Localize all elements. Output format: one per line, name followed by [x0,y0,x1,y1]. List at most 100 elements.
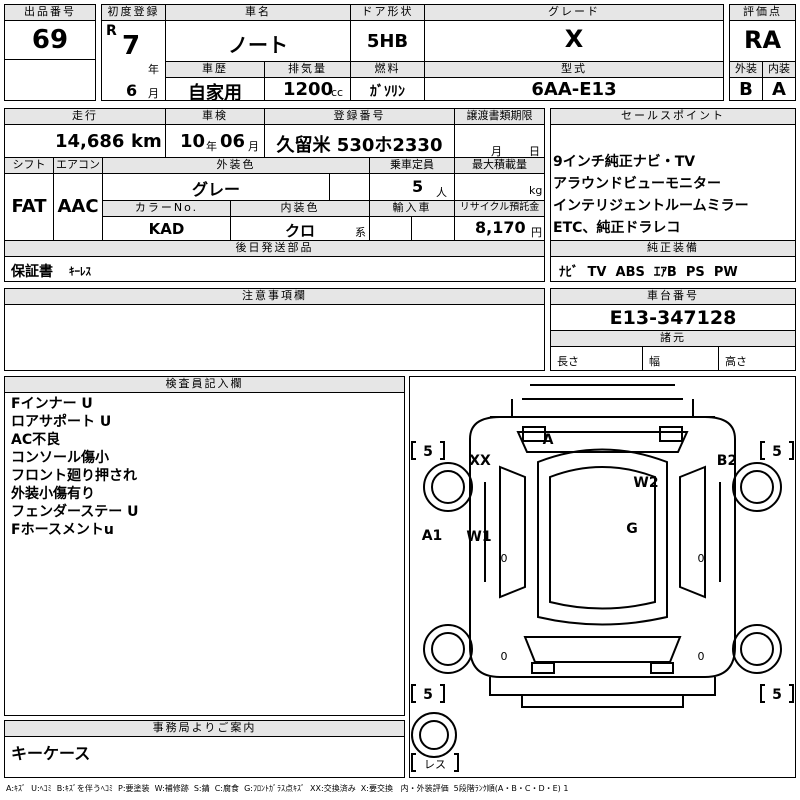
insp-month: 06 [220,131,246,152]
score-cell: RA [729,20,796,62]
damage-mark: W1 [466,529,491,545]
length-label: 長さ [557,355,579,368]
color-no-cell: KAD [102,216,231,241]
lot-blank [4,59,96,101]
damage-mark: W2 [633,475,658,491]
color-cell: グレー [102,173,330,201]
mileage-cell: 14,686 km [4,124,166,158]
chassis-number: E13-347128 [609,307,737,329]
damage-mark: XX [469,453,491,469]
inspector-note: Fインナー U [11,396,93,412]
history-label: 車歴 [165,61,265,78]
interior-grade: A [772,79,786,100]
era: R [106,23,117,39]
interior-label: 内装 [762,61,796,78]
door-label: ドア形状 [350,4,425,21]
fuel-label: 燃料 [350,61,425,78]
tire-mark-rl: 5 [423,687,433,703]
car-diagram-svg: A XX B2 W2 G A1 W1 5 5 5 5 レス 0 0 0 0 [411,384,794,772]
ac-cell: AAC [53,173,103,241]
chassis-label: 車台番号 [550,288,796,305]
damage-mark: A [543,432,554,448]
insp-month-unit: 月 [248,140,259,153]
length-cell: 長さ [550,346,643,371]
panel-mark: 0 [698,552,705,565]
reg-year: 7 [122,31,141,61]
grade: X [564,25,584,53]
load-label: 最大積載量 [454,157,545,174]
damage-mark: A1 [422,528,443,544]
panel-mark: 0 [698,650,705,663]
first-reg-cell: R 7 年 6 月 [101,20,166,101]
sales-point: ETC、純正ドラレコ [553,220,681,236]
reg-cell: 久留米 530ホ2330 [264,124,455,158]
panel-mark: 0 [501,650,508,663]
history: 自家用 [188,83,242,104]
color-no-label: カラーNo. [102,200,231,217]
equipment: ﾅﾋﾞ TV ABS ｴｱB PS PW [559,265,738,280]
recycle-cell: 8,170 円 [454,216,545,241]
fuel-cell: ｶﾞｿﾘﾝ [350,77,425,101]
damage-mark: G [626,521,638,537]
interior-cell: A [762,77,796,101]
inspection-cell: 10 年 06 月 [165,124,265,158]
tire-mark-fr: 5 [772,444,782,460]
lot-number-cell: 69 [4,20,96,60]
insp-year: 10 [180,131,206,152]
color-label: 外装色 [102,157,370,174]
capacity-unit: 人 [436,186,447,199]
model-cell: 6AA-E13 [424,77,724,101]
inspector-note: 外装小傷有り [11,486,95,502]
score: RA [743,26,782,54]
sales-points: 9インチ純正ナビ・TV アラウンドビューモニター インテリジェントルームミラー … [550,124,796,241]
grade-cell: X [424,20,724,62]
caution-cell [4,304,545,371]
color-extra [329,173,370,201]
exterior-cell: B [729,77,763,101]
inspector-note: ロアサポート U [11,414,112,430]
door-type: 5HB [366,31,409,52]
capacity-label: 乗車定員 [369,157,455,174]
height-label: 高さ [725,355,747,368]
displacement-label: 排気量 [264,61,351,78]
lot-label: 出品番号 [4,4,96,21]
car-name: ノート [228,33,288,57]
recycle-label: リサイクル預託金 [454,200,545,217]
later-parts-label: 後日発送部品 [4,240,545,257]
sales-point: 9インチ純正ナビ・TV [553,154,696,170]
history-cell: 自家用 [165,77,265,104]
reg-number: 久留米 530ホ2330 [276,135,443,156]
model-label: 型式 [424,61,724,78]
later-parts-main: 保証書 [11,264,53,280]
import-cell-b [411,216,455,241]
load-cell: kg [454,173,545,201]
recycle-unit: 円 [531,226,542,239]
car-name-cell: ノート [165,20,351,62]
displacement-cell: 1200 cc [264,77,351,101]
dims-label: 諸元 [550,330,796,347]
import-label: 輸入車 [369,200,455,217]
model-code: 6AA-E13 [531,79,617,100]
reg-month: 6 [126,81,138,100]
month-unit: 月 [148,87,159,100]
inspector-note: Fホースメントu [11,522,114,538]
cc-unit: cc [331,86,344,99]
inspector-note: AC不良 [11,432,61,448]
exterior-grade: B [739,79,753,100]
mileage-label: 走行 [4,108,166,125]
shift: FAT [11,196,47,217]
ac: AAC [57,196,99,217]
spare-tire-mark: レス [424,758,446,771]
inspector-note: コンソール傷小 [11,450,109,466]
width-label: 幅 [649,355,660,368]
displacement: 1200 [283,79,334,100]
transfer-cell: 月 日 [454,124,545,158]
width-cell: 幅 [642,346,719,371]
exterior-label: 外装 [729,61,763,78]
int-color: クロ [284,222,315,240]
sales-label: セールスポイント [550,108,796,125]
tire-mark-rr: 5 [772,687,782,703]
later-parts-cell: 保証書 ｷｰﾚｽ [4,256,545,282]
insp-year-unit: 年 [206,140,217,153]
door-cell: 5HB [350,20,425,62]
